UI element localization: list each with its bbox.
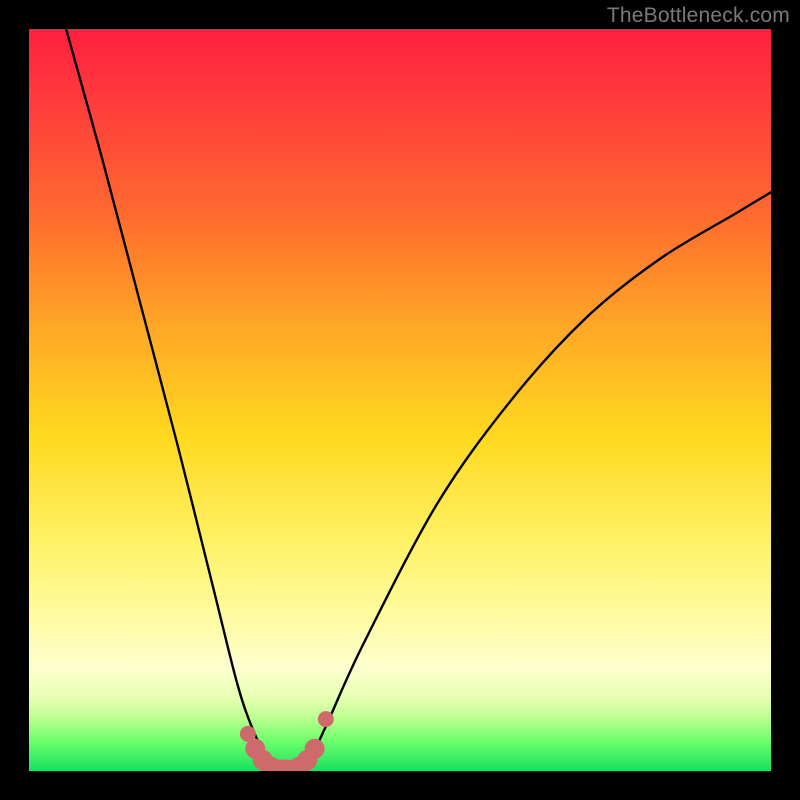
marker-point	[305, 739, 325, 759]
chart-svg	[29, 29, 771, 771]
plot-area	[29, 29, 771, 771]
watermark-text: TheBottleneck.com	[607, 4, 790, 28]
marker-point	[318, 711, 334, 727]
bottleneck-curve	[66, 29, 771, 771]
highlighted-points	[240, 711, 334, 771]
